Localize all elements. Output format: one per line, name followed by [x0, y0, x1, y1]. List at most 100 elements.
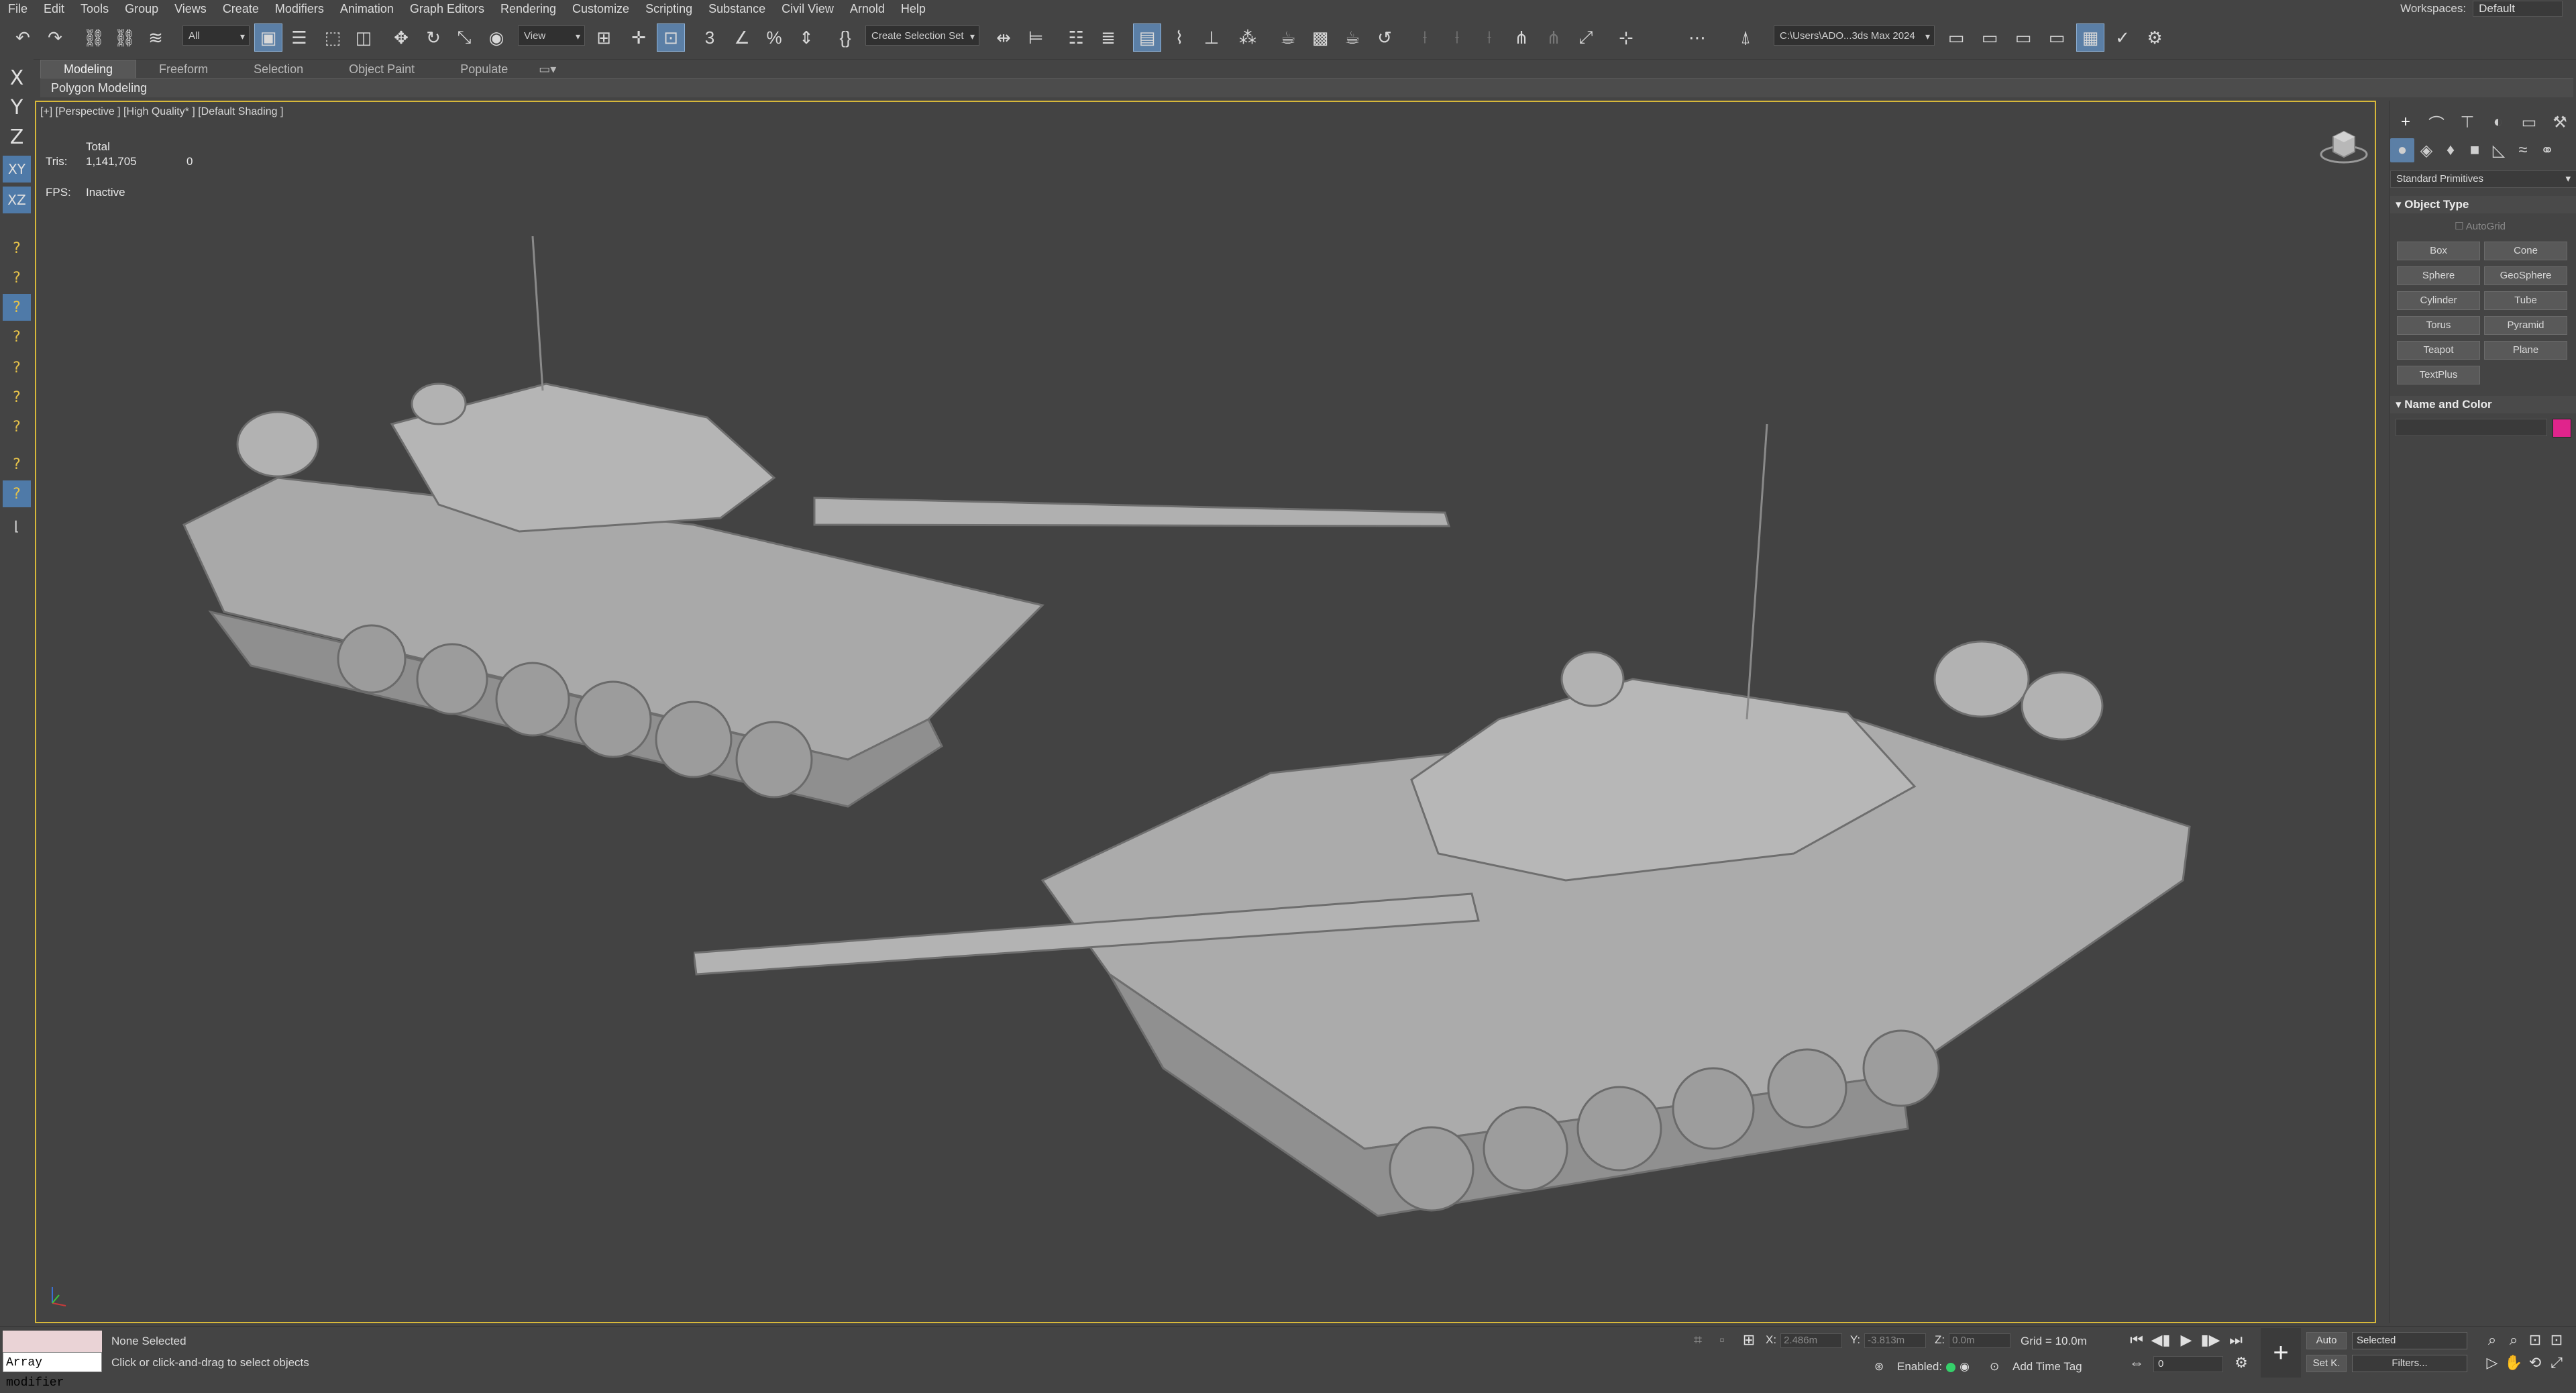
- curve-editor-icon[interactable]: ⌇: [1166, 24, 1193, 51]
- expand-toolbar-icon[interactable]: ⌊: [3, 513, 31, 539]
- adaptive-degradation-icon[interactable]: ⊛: [1874, 1360, 1884, 1374]
- cone-button[interactable]: Cone: [2484, 242, 2567, 260]
- layer-explorer-icon[interactable]: ≣: [1095, 24, 1122, 51]
- viewport-label-menu[interactable]: [+] [Perspective ] [High Quality* ] [Def…: [40, 106, 283, 118]
- name-and-color-rollout[interactable]: ▾ Name and Color: [2390, 396, 2576, 413]
- go-to-end-icon[interactable]: ⏭: [2226, 1331, 2246, 1349]
- placement-icon[interactable]: ◉: [483, 24, 510, 51]
- zoom-icon[interactable]: ⌕: [2482, 1331, 2502, 1349]
- polygon-modeling-panel[interactable]: Polygon Modeling: [40, 78, 2573, 97]
- edit-named-selection-icon[interactable]: {}: [832, 24, 859, 51]
- unlink-icon[interactable]: ⛓: [111, 24, 138, 51]
- key-mode-icon[interactable]: ⇔: [2127, 1353, 2147, 1372]
- cylinder-button[interactable]: Cylinder: [2397, 291, 2480, 310]
- select-by-name-icon[interactable]: ☰: [286, 24, 313, 51]
- geometry-icon[interactable]: ●: [2390, 138, 2414, 162]
- previous-frame-icon[interactable]: ◀▮: [2151, 1331, 2171, 1349]
- angle-snap-icon[interactable]: ∠: [729, 24, 755, 51]
- pan-icon[interactable]: ✋: [2504, 1353, 2524, 1372]
- zoom-all-icon[interactable]: ⌕: [2504, 1331, 2524, 1349]
- box-button[interactable]: Box: [2397, 242, 2480, 260]
- torus-button[interactable]: Torus: [2397, 316, 2480, 335]
- set-key-icon[interactable]: +: [2261, 1328, 2301, 1378]
- snap-perpendicular-icon[interactable]: ?: [3, 413, 31, 440]
- workspaces-dropdown[interactable]: Default: [2473, 1, 2563, 17]
- menu-modifiers[interactable]: Modifiers: [267, 2, 332, 16]
- shapes-icon[interactable]: ◈: [2414, 138, 2438, 162]
- reference-coordinate-dropdown[interactable]: View: [518, 25, 585, 46]
- menu-civil-view[interactable]: Civil View: [773, 2, 842, 16]
- redo-icon[interactable]: ↷: [42, 24, 68, 51]
- weight-tool-icon[interactable]: ⋔: [1540, 24, 1567, 51]
- link-icon[interactable]: ⛓: [80, 24, 107, 51]
- maxscript-input[interactable]: [3, 1331, 102, 1352]
- more-options-icon[interactable]: ⋯: [1684, 24, 1711, 51]
- textplus-button[interactable]: TextPlus: [2397, 366, 2480, 384]
- add-time-tag[interactable]: Add Time Tag: [2012, 1360, 2082, 1374]
- snap-options-icon[interactable]: ?: [3, 451, 31, 478]
- helpers-icon[interactable]: ◺: [2487, 138, 2511, 162]
- perspective-viewport[interactable]: [+] [Perspective ] [High Quality* ] [Def…: [35, 101, 2376, 1323]
- time-tag-icon[interactable]: ◉: [1960, 1360, 1970, 1373]
- material-editor-icon[interactable]: ⁂: [1234, 24, 1261, 51]
- menu-group[interactable]: Group: [117, 2, 166, 16]
- save-icon[interactable]: ▦: [2076, 23, 2104, 52]
- maxscript-output[interactable]: Array modifier: [3, 1352, 102, 1390]
- snap-face-icon[interactable]: ?: [3, 294, 31, 321]
- maximize-viewport-icon[interactable]: ⤢: [2546, 1353, 2567, 1372]
- array-tool-icon[interactable]: ⤢: [1572, 24, 1599, 51]
- tank-model-right[interactable]: [694, 303, 2250, 1323]
- cameras-icon[interactable]: ■: [2463, 138, 2487, 162]
- snap-toggle-icon[interactable]: 3: [696, 24, 723, 51]
- window-crossing-icon[interactable]: ◫: [350, 24, 377, 51]
- ik-solver-icon[interactable]: ⟊: [1444, 24, 1470, 51]
- project-path-dropdown[interactable]: C:\Users\ADO...3ds Max 2024: [1774, 25, 1935, 46]
- plane-button[interactable]: Plane: [2484, 341, 2567, 360]
- tab-modeling[interactable]: Modeling: [40, 60, 137, 78]
- auto-key-button[interactable]: Auto: [2306, 1332, 2347, 1349]
- motion-tab-icon[interactable]: ◐: [2483, 110, 2514, 134]
- zoom-extents-icon[interactable]: ⊡: [2525, 1331, 2545, 1349]
- primitive-category-dropdown[interactable]: Standard Primitives: [2390, 170, 2576, 188]
- menu-customize[interactable]: Customize: [564, 2, 637, 16]
- key-filters-button[interactable]: Filters...: [2352, 1355, 2467, 1372]
- space-warps-icon[interactable]: ≈: [2511, 138, 2535, 162]
- display-tab-icon[interactable]: ▭: [2514, 110, 2544, 134]
- teapot-button[interactable]: Teapot: [2397, 341, 2480, 360]
- orbit-icon[interactable]: ⟲: [2525, 1353, 2545, 1372]
- rectangular-selection-icon[interactable]: ⬚: [319, 24, 346, 51]
- menu-rendering[interactable]: Rendering: [492, 2, 564, 16]
- systems-icon[interactable]: ⚭: [2535, 138, 2559, 162]
- select-object-icon[interactable]: ▣: [254, 23, 282, 52]
- check-icon[interactable]: ✓: [2109, 24, 2136, 51]
- archive-folder-icon[interactable]: ▭: [2043, 24, 2070, 51]
- menu-graph-editors[interactable]: Graph Editors: [402, 2, 492, 16]
- render-production-icon[interactable]: ☕: [1339, 24, 1366, 51]
- geosphere-button[interactable]: GeoSphere: [2484, 266, 2567, 285]
- utilities-tab-icon[interactable]: ⚒: [2544, 110, 2575, 134]
- percent-snap-icon[interactable]: %: [761, 24, 788, 51]
- current-frame-field[interactable]: 0: [2153, 1356, 2223, 1372]
- time-config-icon[interactable]: ⚙: [2231, 1353, 2251, 1372]
- go-to-start-icon[interactable]: ⏮: [2127, 1331, 2147, 1349]
- align-icon[interactable]: ⊨: [1022, 24, 1049, 51]
- scale-icon[interactable]: ⤡: [451, 24, 478, 51]
- render-iterative-icon[interactable]: ↺: [1371, 24, 1398, 51]
- select-manipulate-icon[interactable]: ✛: [625, 24, 652, 51]
- menu-help[interactable]: Help: [893, 2, 934, 16]
- selection-filter-dropdown[interactable]: All: [182, 25, 250, 46]
- rendered-frame-window-icon[interactable]: ▩: [1307, 24, 1334, 51]
- open-folder-icon[interactable]: ▭: [1943, 24, 1970, 51]
- menu-create[interactable]: Create: [215, 2, 267, 16]
- bind-space-warp-icon[interactable]: ≋: [142, 24, 169, 51]
- lights-icon[interactable]: ♦: [2438, 138, 2463, 162]
- menu-edit[interactable]: Edit: [36, 2, 72, 16]
- z-coord-field[interactable]: 0.0m: [1949, 1333, 2011, 1348]
- snap-pivot-icon[interactable]: ?: [3, 323, 31, 350]
- tube-button[interactable]: Tube: [2484, 291, 2567, 310]
- snap-midpoint-icon[interactable]: ?: [3, 354, 31, 381]
- tab-populate[interactable]: Populate: [437, 60, 531, 78]
- menu-file[interactable]: File: [0, 2, 36, 16]
- spinner-snap-icon[interactable]: ⇕: [793, 24, 820, 51]
- selection-lock-icon[interactable]: ▫: [1712, 1331, 1732, 1349]
